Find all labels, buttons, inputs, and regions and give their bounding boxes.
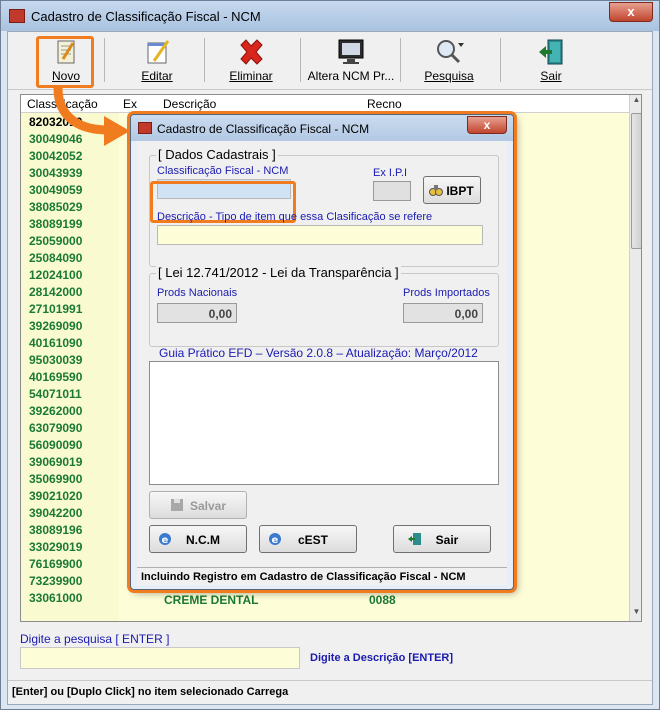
editar-button[interactable]: Editar xyxy=(126,34,188,88)
status-bar: [Enter] ou [Duplo Click] no item selecio… xyxy=(8,680,652,704)
search-hint: Digite a Descrição [ENTER] xyxy=(310,652,454,664)
red-x-icon xyxy=(240,39,263,65)
ncm-button-label: N.C.M xyxy=(186,533,220,547)
scroll-down-arrow-icon[interactable]: ▼ xyxy=(630,607,641,621)
grid-cell-classificacao[interactable]: 56090090 xyxy=(29,438,82,452)
magnifier-icon xyxy=(437,40,464,64)
altera-ncm-label: Altera NCM Pr... xyxy=(307,69,395,83)
grid-cell-classificacao[interactable]: 76169900 xyxy=(29,557,82,571)
dialog-title-bar: Cadastro de Classificação Fiscal - NCM x xyxy=(131,115,513,141)
prods-nacionais-label: Prods Nacionais xyxy=(157,287,238,299)
ncm-dialog: Cadastro de Classificação Fiscal - NCM x… xyxy=(130,114,514,590)
grid-cell-classificacao[interactable]: 63079090 xyxy=(29,421,82,435)
prods-importados-value[interactable]: 0,00 xyxy=(403,303,483,323)
title-bar: Cadastro de Classificação Fiscal - NCM x xyxy=(1,1,659,31)
descricao-input[interactable] xyxy=(157,225,483,245)
ncm-field-label: Classificação Fiscal - NCM xyxy=(157,165,289,177)
grid-cell-classificacao[interactable]: 35069900 xyxy=(29,472,82,486)
grid-cell-classificacao[interactable]: 25059000 xyxy=(29,234,82,248)
grid-cell-descricao: CREME DENTAL xyxy=(164,593,259,607)
toolbar: Novo Editar Eliminar Altera NCM Pr... Pe… xyxy=(8,32,652,90)
ex-ipi-input[interactable] xyxy=(373,181,411,201)
prods-importados-label: Prods Importados xyxy=(403,287,490,299)
toolbar-separator xyxy=(500,38,501,82)
dialog-title: Cadastro de Classificação Fiscal - NCM xyxy=(157,122,370,136)
novo-highlight xyxy=(36,36,94,88)
grid-cell-classificacao[interactable]: 38089196 xyxy=(29,523,82,537)
sair-label: Sair xyxy=(540,69,562,83)
grid-cell-classificacao[interactable]: 39069019 xyxy=(29,455,82,469)
pesquisa-button[interactable]: Pesquisa xyxy=(418,34,480,88)
guia-pratico-box[interactable] xyxy=(149,361,499,485)
grid-cell-classificacao[interactable]: 30042052 xyxy=(29,149,82,163)
app-icon xyxy=(9,9,25,23)
grid-cell-classificacao[interactable]: 73239900 xyxy=(29,574,82,588)
dados-cadastrais-title: [ Dados Cadastrais ] xyxy=(156,147,278,162)
cest-button[interactable]: e cEST xyxy=(259,525,357,553)
salvar-button[interactable]: Salvar xyxy=(149,491,247,519)
grid-cell-classificacao[interactable]: 33061000 xyxy=(29,591,82,605)
toolbar-separator xyxy=(400,38,401,82)
edit-notepad-icon xyxy=(147,40,170,64)
prods-nacionais-value[interactable]: 0,00 xyxy=(157,303,237,323)
grid-cell-classificacao[interactable]: 12024100 xyxy=(29,268,82,282)
grid-cell-classificacao[interactable]: 39021020 xyxy=(29,489,82,503)
ncm-button[interactable]: e N.C.M xyxy=(149,525,247,553)
col-header-recno[interactable]: Recno xyxy=(367,97,402,111)
dialog-app-icon xyxy=(138,122,152,134)
dialog-body: [ Dados Cadastrais ] Classificação Fisca… xyxy=(137,141,507,585)
grid-cell-classificacao[interactable]: 28142000 xyxy=(29,285,82,299)
sair-button[interactable]: Sair xyxy=(520,34,582,88)
descricao-label: Descrição - Tipo de item que essa Clasif… xyxy=(157,211,433,223)
ex-ipi-label: Ex I.P.I xyxy=(373,167,408,179)
eliminar-label: Eliminar xyxy=(229,69,273,83)
monitor-icon xyxy=(338,39,364,64)
grid-cell-classificacao[interactable]: 38089199 xyxy=(29,217,82,231)
toolbar-separator xyxy=(204,38,205,82)
toolbar-separator xyxy=(104,38,105,82)
dialog-status-bar: Incluindo Registro em Cadastro de Classi… xyxy=(137,567,507,585)
grid-cell-classificacao[interactable]: 39262000 xyxy=(29,404,82,418)
altera-ncm-button[interactable]: Altera NCM Pr... xyxy=(304,34,398,88)
lei-transparencia-title: [ Lei 12.741/2012 - Lei da Transparência… xyxy=(156,265,401,280)
grid-scrollbar[interactable]: ▲ ▼ xyxy=(629,95,641,621)
scroll-up-arrow-icon[interactable]: ▲ xyxy=(630,95,641,109)
grid-cell-classificacao[interactable]: 33029019 xyxy=(29,540,82,554)
scroll-thumb[interactable] xyxy=(631,113,641,249)
ibpt-button[interactable]: IBPT xyxy=(423,176,481,204)
grid-cell-classificacao[interactable]: 40161090 xyxy=(29,336,82,350)
grid-cell-classificacao[interactable]: 27101991 xyxy=(29,302,82,316)
grid-cell-classificacao[interactable]: 95030039 xyxy=(29,353,82,367)
dialog-close-button[interactable]: x xyxy=(467,116,507,134)
search-label: Digite a pesquisa [ ENTER ] xyxy=(20,632,170,646)
exit-door-icon xyxy=(539,39,563,65)
grid-cell-classificacao[interactable]: 54071011 xyxy=(29,387,82,401)
editar-label: Editar xyxy=(141,69,173,83)
grid-cell-classificacao[interactable]: 39042200 xyxy=(29,506,82,520)
grid-cell-classificacao[interactable]: 30049059 xyxy=(29,183,82,197)
pesquisa-label: Pesquisa xyxy=(424,69,474,83)
window-close-button[interactable]: x xyxy=(609,2,653,22)
status-text: [Enter] ou [Duplo Click] no item selecio… xyxy=(12,686,289,698)
grid-cell-classificacao[interactable]: 39269090 xyxy=(29,319,82,333)
ibpt-label: IBPT xyxy=(446,184,474,198)
toolbar-separator xyxy=(300,38,301,82)
orange-arrow-icon xyxy=(53,88,130,146)
grid-cell-recno: 0088 xyxy=(369,593,396,607)
cest-button-label: cEST xyxy=(297,533,328,547)
dialog-sair-button[interactable]: Sair xyxy=(393,525,491,553)
col-header-descricao[interactable]: Descrição xyxy=(163,97,216,111)
salvar-label: Salvar xyxy=(189,499,227,513)
grid-cell-classificacao[interactable]: 30043939 xyxy=(29,166,82,180)
grid-cell-classificacao[interactable]: 38085029 xyxy=(29,200,82,214)
search-input[interactable] xyxy=(20,647,300,669)
guia-pratico-text: Guia Prático EFD – Versão 2.0.8 – Atuali… xyxy=(159,346,478,360)
dialog-sair-label: Sair xyxy=(435,533,459,547)
window-title: Cadastro de Classificação Fiscal - NCM xyxy=(31,9,261,24)
eliminar-button[interactable]: Eliminar xyxy=(220,34,282,88)
grid-cell-classificacao[interactable]: 25084090 xyxy=(29,251,82,265)
grid-cell-classificacao[interactable]: 40169590 xyxy=(29,370,82,384)
